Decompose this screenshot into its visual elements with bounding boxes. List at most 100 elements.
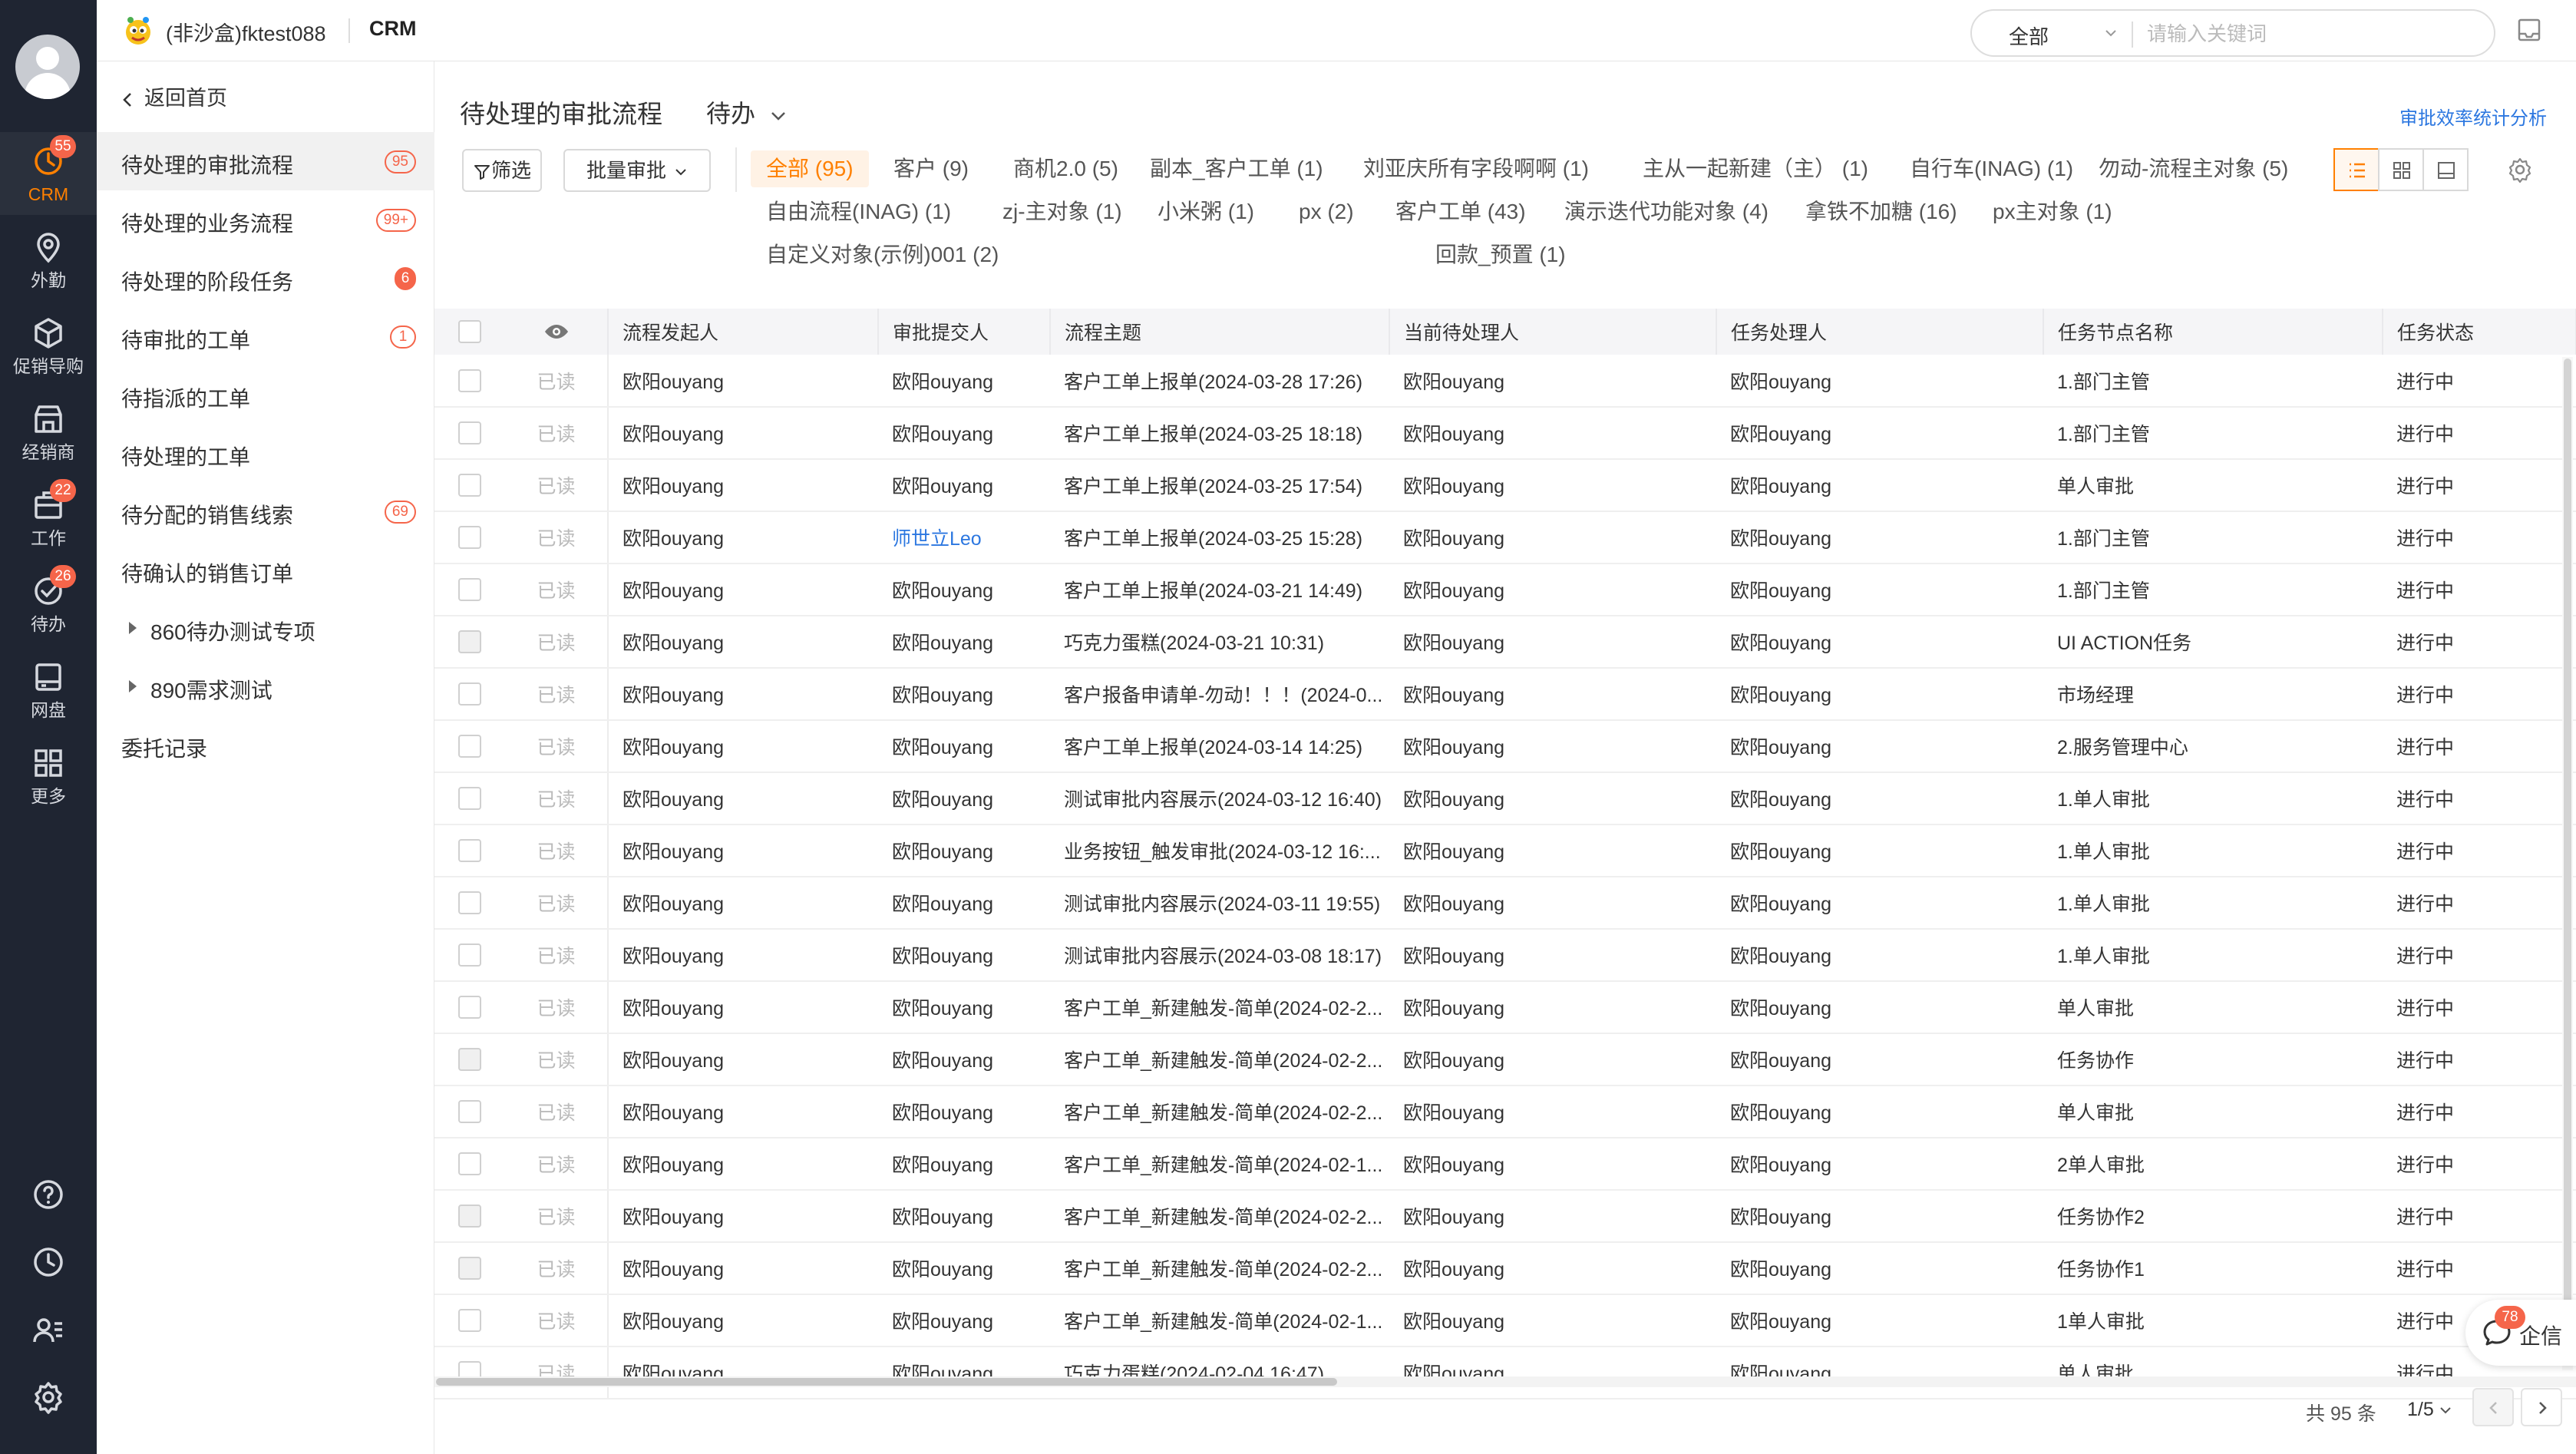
category-tab[interactable]: 回款_预置 (1) [1420,236,1581,273]
category-tab[interactable]: 演示迭代功能对象 (4) [1549,193,1784,230]
category-tab[interactable]: zj-主对象 (1) [987,193,1138,230]
subject-cell[interactable]: 客户工单上报单(2024-03-25 17:54) [1050,459,1389,512]
category-tab[interactable]: 自行车(INAG) (1) [1894,150,2089,187]
column-header[interactable]: 当前待处理人 [1389,309,1717,355]
nav-item-dealer[interactable]: 经销商 [0,390,97,473]
nav-item-promotion[interactable]: 促销导购 [0,304,97,387]
row-checkbox[interactable] [458,839,481,863]
sidebar-item-stage-task[interactable]: 待处理的阶段任务 6 [97,249,434,307]
table-row[interactable]: 已读 欧阳ouyang 欧阳ouyang 客户工单上报单(2024-03-21 14:… [434,563,2576,616]
table-row[interactable]: 已读 欧阳ouyang 欧阳ouyang 客户工单_新建触发-简单(2024-02-2… [434,1242,2576,1295]
nav-item-work[interactable]: 工作 22 [0,476,97,559]
table-row[interactable]: 已读 欧阳ouyang 欧阳ouyang 客户工单上报单(2024-03-25 17:… [434,459,2576,512]
row-checkbox[interactable] [458,996,481,1019]
subject-cell[interactable]: 客户工单上报单(2024-03-25 15:28) [1050,511,1389,564]
select-all-checkbox[interactable] [458,320,481,344]
sidebar-item-sales-orders[interactable]: 待确认的销售订单 [97,540,434,599]
nav-item-todo[interactable]: 待办 26 [0,562,97,645]
row-checkbox[interactable] [458,1152,481,1176]
row-checkbox[interactable] [458,1048,481,1072]
column-header[interactable]: 任务状态 [2383,309,2576,355]
column-header[interactable]: 审批提交人 [878,309,1051,355]
card-view-toggle[interactable] [2378,148,2424,191]
table-row[interactable]: 已读 欧阳ouyang 欧阳ouyang 客户工单_新建触发-简单(2024-02-1… [434,1138,2576,1191]
table-row[interactable]: 已读 欧阳ouyang 欧阳ouyang 巧克力蛋糕(2024-03-21 10:31… [434,616,2576,669]
expand-arrow-icon[interactable] [129,680,137,692]
row-checkbox[interactable] [458,682,481,706]
contacts-icon[interactable] [30,1311,67,1348]
clock-icon[interactable] [30,1244,67,1281]
nav-item-waiqin[interactable]: 外勤 [0,218,97,301]
table-row[interactable]: 已读 欧阳ouyang 欧阳ouyang 客户工单_新建触发-简单(2024-02-2… [434,981,2576,1034]
nav-item-more[interactable]: 更多 [0,734,97,817]
search-scope-select[interactable]: 全部 [2009,21,2049,50]
subject-cell[interactable]: 巧克力蛋糕(2024-02-04 16:47) [1050,1347,1389,1399]
avatar[interactable] [15,35,80,99]
list-view-toggle[interactable] [2333,148,2379,191]
subject-cell[interactable]: 业务按钮_触发审批(2024-03-12 16:... [1050,824,1389,877]
sidebar-item-handle-workorder[interactable]: 待处理的工单 [97,424,434,482]
category-tab[interactable]: 自定义对象(示例)001 (2) [751,236,1014,273]
subject-cell[interactable]: 客户工单_新建触发-简单(2024-02-2... [1050,1033,1389,1086]
category-tab[interactable]: 主从一起新建（主） (1) [1627,150,1884,187]
subject-cell[interactable]: 客户工单上报单(2024-03-14 14:25) [1050,720,1389,773]
table-row[interactable]: 已读 欧阳ouyang 欧阳ouyang 客户工单_新建触发-简单(2024-02-1… [434,1294,2576,1347]
category-tab[interactable]: px (2) [1283,193,1369,230]
row-checkbox[interactable] [458,421,481,445]
table-row[interactable]: 已读 欧阳ouyang 欧阳ouyang 客户工单_新建触发-简单(2024-02-2… [434,1190,2576,1243]
page-select[interactable]: 1/5 [2407,1399,2452,1421]
row-checkbox[interactable] [458,368,481,392]
row-checkbox[interactable] [458,1257,481,1281]
table-row[interactable]: 已读 欧阳ouyang 欧阳ouyang 测试审批内容展示(2024-03-11 19… [434,877,2576,930]
subject-cell[interactable]: 客户工单_新建触发-简单(2024-02-1... [1050,1138,1389,1191]
row-checkbox[interactable] [458,1100,481,1124]
subject-cell[interactable]: 测试审批内容展示(2024-03-12 16:40) [1050,772,1389,825]
vertical-scrollbar[interactable] [2562,357,2573,1370]
category-tab[interactable]: px主对象 (1) [1977,193,2128,230]
category-tab[interactable]: 客户 (9) [878,150,984,187]
table-row[interactable]: 已读 欧阳ouyang 欧阳ouyang 客户工单_新建触发-简单(2024-02-2… [434,1086,2576,1138]
subject-cell[interactable]: 客户工单_新建触发-简单(2024-02-1... [1050,1294,1389,1347]
expand-arrow-icon[interactable] [129,622,137,634]
scrollbar-thumb[interactable] [2564,359,2571,1341]
table-row[interactable]: 已读 欧阳ouyang 欧阳ouyang 客户工单上报单(2024-03-14 14:… [434,720,2576,773]
category-tab[interactable]: 勿动-流程主对象 (5) [2083,150,2304,187]
table-row[interactable]: 已读 欧阳ouyang 欧阳ouyang 业务按钮_触发审批(2024-03-12 1… [434,824,2576,877]
category-tab[interactable]: 客户工单 (43) [1380,193,1541,230]
qixin-chat-button[interactable]: 78 企信 [2465,1300,2576,1366]
row-checkbox[interactable] [458,943,481,967]
row-checkbox[interactable] [458,526,481,550]
subject-cell[interactable]: 客户工单上报单(2024-03-21 14:49) [1050,563,1389,616]
table-row[interactable]: 已读 欧阳ouyang 师世立Leo 客户工单上报单(2024-03-25 15:28… [434,511,2576,564]
subject-cell[interactable]: 测试审批内容展示(2024-03-11 19:55) [1050,877,1389,930]
category-tab[interactable]: 拿铁不加糖 (16) [1790,193,1973,230]
table-row[interactable]: 已读 欧阳ouyang 欧阳ouyang 巧克力蛋糕(2024-02-04 16:47… [434,1347,2576,1399]
table-row[interactable]: 已读 欧阳ouyang 欧阳ouyang 测试审批内容展示(2024-03-08 18… [434,929,2576,982]
subject-cell[interactable]: 客户工单上报单(2024-03-28 17:26) [1050,355,1389,408]
row-checkbox[interactable] [458,578,481,602]
submitter-cell[interactable]: 师世立Leo [878,511,1050,564]
sidebar-item-assign-workorder[interactable]: 待指派的工单 [97,365,434,424]
settings-icon[interactable] [2507,157,2533,183]
table-row[interactable]: 已读 欧阳ouyang 欧阳ouyang 客户工单上报单(2024-03-28 17:… [434,355,2576,408]
scrollbar-thumb[interactable] [436,1378,1337,1386]
category-tab[interactable]: 商机2.0 (5) [998,150,1134,187]
subject-cell[interactable]: 客户报备申请单-勿动！！！(2024-0... [1050,668,1389,721]
table-row[interactable]: 已读 欧阳ouyang 欧阳ouyang 客户工单上报单(2024-03-25 18:… [434,407,2576,460]
column-header[interactable]: 任务处理人 [1716,309,2044,355]
batch-approve-button[interactable]: 批量审批 [563,149,711,192]
row-checkbox[interactable] [458,787,481,811]
view-select[interactable]: 待办 [706,94,789,130]
table-row[interactable]: 已读 欧阳ouyang 欧阳ouyang 客户工单_新建触发-简单(2024-02-2… [434,1033,2576,1086]
table-row[interactable]: 已读 欧阳ouyang 欧阳ouyang 测试审批内容展示(2024-03-12 16… [434,772,2576,825]
split-view-toggle[interactable] [2422,148,2469,191]
back-home-link[interactable]: 返回首页 [120,81,227,111]
help-icon[interactable] [30,1176,67,1213]
row-checkbox[interactable] [458,1309,481,1333]
nav-item-disk[interactable]: 网盘 [0,648,97,731]
column-header[interactable]: 流程主题 [1050,309,1390,355]
nav-item-crm[interactable]: CRM 55 [0,132,97,215]
column-header[interactable]: 任务节点名称 [2043,309,2383,355]
sidebar-item-business-flow[interactable]: 待处理的业务流程 99+ [97,190,434,249]
filter-button[interactable]: 筛选 [462,149,542,192]
